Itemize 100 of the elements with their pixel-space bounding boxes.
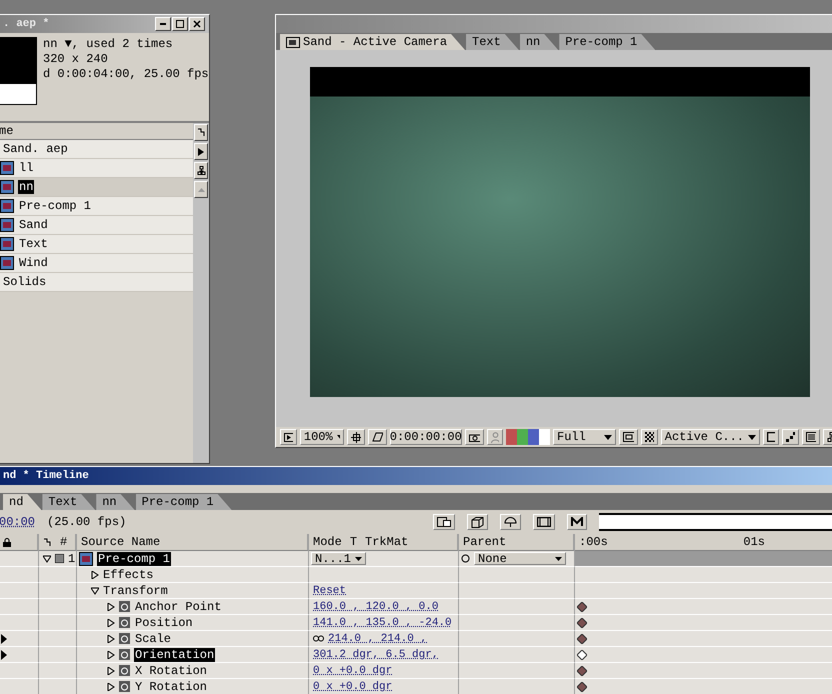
property-name[interactable]: Y Rotation [134, 680, 208, 694]
menu-button[interactable] [194, 143, 208, 160]
close-button[interactable] [189, 17, 205, 31]
stopwatch-icon[interactable] [119, 617, 130, 628]
link-icon[interactable] [313, 635, 324, 642]
property-value[interactable]: 214.0 , 214.0 , [328, 632, 428, 644]
property-value[interactable]: 0 x +0.0 dgr [313, 680, 392, 692]
checkerboard-icon [644, 432, 654, 442]
parent-dropdown[interactable]: None [474, 552, 566, 565]
expand-arrow-icon[interactable] [43, 554, 51, 562]
project-item[interactable]: Text [0, 235, 193, 254]
3d-view-button[interactable] [467, 514, 488, 530]
pixel-aspect-button[interactable] [782, 429, 800, 445]
current-time[interactable]: 00:00 [0, 515, 36, 529]
hierarchy-icon [196, 166, 206, 175]
stopwatch-icon[interactable] [119, 649, 130, 660]
ruler-label: 01s [743, 535, 765, 549]
window-title: . aep * [3, 18, 50, 30]
layer-name[interactable]: Pre-comp 1 [97, 552, 172, 566]
stopwatch-icon[interactable] [119, 681, 130, 692]
motion-blur-button[interactable] [567, 514, 587, 530]
property-value[interactable]: 160.0 , 120.0 , 0.0 [313, 600, 438, 612]
project-item[interactable]: Solids [0, 273, 193, 292]
composition-icon [79, 552, 93, 566]
layer-duration-bar[interactable] [575, 551, 832, 567]
expand-arrow-icon[interactable] [91, 586, 99, 594]
scroll-up-button[interactable] [194, 181, 208, 198]
property-name[interactable]: Orientation [134, 648, 216, 662]
maximize-button[interactable] [172, 17, 188, 31]
resolution-dropdown[interactable]: Full [553, 429, 616, 445]
property-value[interactable]: 141.0 , 135.0 , -24.0 [313, 616, 452, 628]
mask-icon [372, 432, 383, 442]
timeline-button[interactable] [802, 429, 820, 445]
frame-blend-button[interactable] [533, 514, 555, 530]
zoom-dropdown[interactable]: 100% [300, 429, 344, 445]
property-value[interactable]: 0 x +0.0 dgr [313, 664, 392, 676]
composition-tab[interactable]: Text [466, 34, 519, 50]
item-label: Pre-comp 1 [18, 199, 92, 213]
snapshot-button[interactable] [464, 429, 484, 445]
composition-tab[interactable]: Pre-comp 1 [559, 34, 656, 50]
keyframe-navigator-icon[interactable] [1, 634, 7, 644]
person-icon [490, 432, 499, 442]
safe-zones-button[interactable] [347, 429, 366, 445]
keyframe-navigator-icon[interactable] [1, 650, 7, 660]
project-item[interactable]: Wind [0, 254, 193, 273]
number-header[interactable]: # [39, 534, 77, 551]
mask-button[interactable] [368, 429, 387, 445]
stopwatch-icon[interactable] [119, 601, 130, 612]
item-label: Wind [18, 256, 49, 270]
group-label[interactable]: Effects [103, 568, 154, 582]
project-item[interactable]: ll [0, 159, 193, 178]
composition-icon [0, 199, 14, 213]
mode-dropdown[interactable]: N...1 [311, 552, 366, 565]
composition-icon [0, 237, 14, 251]
navigator-bar[interactable] [599, 513, 832, 531]
timeline-tab[interactable]: Text [42, 494, 96, 510]
project-item[interactable]: Sand [0, 216, 193, 235]
hierarchy-button[interactable] [194, 162, 208, 179]
property-name[interactable]: Position [134, 616, 194, 630]
pick-whip-icon[interactable] [461, 554, 470, 563]
stopwatch-icon[interactable] [119, 665, 130, 676]
region-button[interactable] [619, 429, 638, 445]
item-label: Sand. aep [2, 142, 69, 156]
property-name[interactable]: X Rotation [134, 664, 208, 678]
crosshair-icon [351, 432, 362, 442]
flowchart-button[interactable] [194, 124, 208, 141]
close-icon [193, 20, 201, 28]
source-name-header[interactable]: Source Name [77, 534, 309, 551]
parent-header[interactable]: Parent [459, 534, 575, 551]
property-value[interactable]: 301.2 dgr, 6.5 dgr, [313, 648, 438, 660]
umbrella-icon [504, 516, 517, 528]
timeline-tab[interactable]: nn [96, 494, 135, 510]
project-item[interactable]: Pre-comp 1 [0, 197, 193, 216]
item-info: nn ▼, used 2 times [43, 37, 174, 51]
layout-button[interactable] [762, 429, 780, 445]
item-label: Solids [2, 275, 48, 289]
triangle-icon [198, 148, 204, 156]
minimize-button[interactable] [155, 17, 171, 31]
group-label[interactable]: Transform [103, 584, 168, 598]
time-field[interactable]: 0:00:00:00 [390, 429, 462, 445]
project-item[interactable]: nn [0, 178, 193, 197]
show-snapshot-button[interactable] [486, 429, 503, 445]
composition-tab[interactable]: nn [520, 34, 558, 50]
preview-button[interactable] [280, 429, 297, 445]
caret-icon [555, 556, 562, 560]
timeline-tab[interactable]: nd [3, 494, 42, 510]
film-icon [537, 517, 551, 527]
stopwatch-icon[interactable] [119, 633, 130, 644]
live-update-button[interactable] [500, 514, 521, 530]
property-name[interactable]: Scale [134, 632, 172, 646]
project-item[interactable]: Sand. aep [0, 140, 193, 159]
expand-arrow-icon[interactable] [91, 570, 99, 578]
arrow-up-icon [198, 188, 204, 192]
composition-tab[interactable]: Sand - Active Camera [280, 34, 466, 50]
property-name[interactable]: Anchor Point [134, 600, 222, 614]
property-value[interactable]: Reset [313, 584, 346, 596]
comp-button[interactable] [433, 514, 455, 530]
transparency-grid-button[interactable] [640, 429, 658, 445]
view-dropdown[interactable]: Active C... [660, 429, 760, 445]
timeline-tab[interactable]: Pre-comp 1 [136, 494, 232, 510]
